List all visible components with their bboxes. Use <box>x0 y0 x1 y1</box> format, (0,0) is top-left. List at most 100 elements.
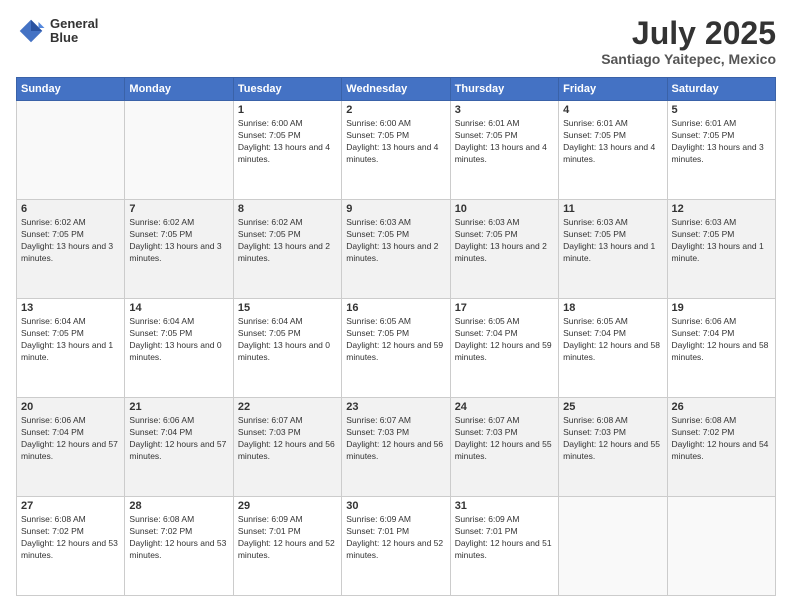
location-title: Santiago Yaitepec, Mexico <box>601 51 776 67</box>
header: General Blue July 2025 Santiago Yaitepec… <box>16 16 776 67</box>
day-header-wednesday: Wednesday <box>342 78 450 101</box>
calendar-cell: 12 Sunrise: 6:03 AM Sunset: 7:05 PM Dayli… <box>667 200 775 299</box>
calendar-cell <box>667 497 775 596</box>
day-number: 19 <box>672 302 771 314</box>
day-number: 27 <box>21 500 120 512</box>
cell-details: Sunrise: 6:00 AM Sunset: 7:05 PM Dayligh… <box>238 118 337 166</box>
calendar-cell: 11 Sunrise: 6:03 AM Sunset: 7:05 PM Dayli… <box>559 200 667 299</box>
logo-line2: Blue <box>50 31 98 45</box>
calendar-cell: 19Sunrise: 6:06 AM Sunset: 7:04 PM Dayli… <box>667 299 775 398</box>
cell-details: Sunrise: 6:08 AM Sunset: 7:03 PM Dayligh… <box>563 415 662 463</box>
cell-details: Sunrise: 6:06 AM Sunset: 7:04 PM Dayligh… <box>21 415 120 463</box>
calendar-week-row: 20 Sunrise: 6:06 AM Sunset: 7:04 PM Dayli… <box>17 398 776 497</box>
calendar-cell: 21 Sunrise: 6:06 AM Sunset: 7:04 PM Dayli… <box>125 398 233 497</box>
cell-details: Sunrise: 6:01 AM Sunset: 7:05 PM Dayligh… <box>563 118 662 166</box>
day-number: 26 <box>672 401 771 413</box>
cell-details: Sunrise: 6:00 AM Sunset: 7:05 PM Dayligh… <box>346 118 445 166</box>
calendar-cell: 16Sunrise: 6:05 AM Sunset: 7:05 PM Dayli… <box>342 299 450 398</box>
cell-details: Sunrise: 6:07 AM Sunset: 7:03 PM Dayligh… <box>346 415 445 463</box>
day-number: 21 <box>129 401 228 413</box>
day-number: 29 <box>238 500 337 512</box>
calendar-cell: 7 Sunrise: 6:02 AM Sunset: 7:05 PM Daylig… <box>125 200 233 299</box>
cell-details: Sunrise: 6:03 AM Sunset: 7:05 PM Dayligh… <box>563 217 662 265</box>
calendar-table: SundayMondayTuesdayWednesdayThursdayFrid… <box>16 77 776 596</box>
calendar-cell: 3 Sunrise: 6:01 AM Sunset: 7:05 PM Daylig… <box>450 101 558 200</box>
calendar-cell: 27 Sunrise: 6:08 AM Sunset: 7:02 PM Dayli… <box>17 497 125 596</box>
day-number: 1 <box>238 104 337 116</box>
day-number: 31 <box>455 500 554 512</box>
day-number: 10 <box>455 203 554 215</box>
day-number: 8 <box>238 203 337 215</box>
calendar-cell <box>559 497 667 596</box>
calendar-cell: 26 Sunrise: 6:08 AM Sunset: 7:02 PM Dayli… <box>667 398 775 497</box>
calendar-cell: 14Sunrise: 6:04 AM Sunset: 7:05 PM Dayli… <box>125 299 233 398</box>
day-number: 14 <box>129 302 228 314</box>
calendar-cell: 20 Sunrise: 6:06 AM Sunset: 7:04 PM Dayli… <box>17 398 125 497</box>
day-number: 6 <box>21 203 120 215</box>
day-number: 13 <box>21 302 120 314</box>
logo-icon <box>16 16 46 46</box>
calendar-cell <box>17 101 125 200</box>
calendar-cell: 9Sunrise: 6:03 AM Sunset: 7:05 PM Daylig… <box>342 200 450 299</box>
cell-details: Sunrise: 6:04 AM Sunset: 7:05 PM Dayligh… <box>238 316 337 364</box>
day-number: 28 <box>129 500 228 512</box>
day-header-sunday: Sunday <box>17 78 125 101</box>
cell-details: Sunrise: 6:03 AM Sunset: 7:05 PM Dayligh… <box>672 217 771 265</box>
calendar-cell: 15Sunrise: 6:04 AM Sunset: 7:05 PM Dayli… <box>233 299 341 398</box>
cell-details: Sunrise: 6:07 AM Sunset: 7:03 PM Dayligh… <box>238 415 337 463</box>
calendar-cell: 17Sunrise: 6:05 AM Sunset: 7:04 PM Dayli… <box>450 299 558 398</box>
cell-details: Sunrise: 6:02 AM Sunset: 7:05 PM Dayligh… <box>129 217 228 265</box>
day-number: 12 <box>672 203 771 215</box>
calendar-cell: 8Sunrise: 6:02 AM Sunset: 7:05 PM Daylig… <box>233 200 341 299</box>
calendar-cell: 4 Sunrise: 6:01 AM Sunset: 7:05 PM Daylig… <box>559 101 667 200</box>
cell-details: Sunrise: 6:01 AM Sunset: 7:05 PM Dayligh… <box>455 118 554 166</box>
day-header-monday: Monday <box>125 78 233 101</box>
cell-details: Sunrise: 6:09 AM Sunset: 7:01 PM Dayligh… <box>455 514 554 562</box>
day-number: 4 <box>563 104 662 116</box>
day-number: 25 <box>563 401 662 413</box>
cell-details: Sunrise: 6:05 AM Sunset: 7:04 PM Dayligh… <box>563 316 662 364</box>
month-title: July 2025 <box>601 16 776 51</box>
calendar-week-row: 6 Sunrise: 6:02 AM Sunset: 7:05 PM Daylig… <box>17 200 776 299</box>
day-number: 24 <box>455 401 554 413</box>
day-number: 3 <box>455 104 554 116</box>
cell-details: Sunrise: 6:09 AM Sunset: 7:01 PM Dayligh… <box>238 514 337 562</box>
cell-details: Sunrise: 6:08 AM Sunset: 7:02 PM Dayligh… <box>672 415 771 463</box>
calendar-cell: 31 Sunrise: 6:09 AM Sunset: 7:01 PM Dayli… <box>450 497 558 596</box>
calendar-header-row: SundayMondayTuesdayWednesdayThursdayFrid… <box>17 78 776 101</box>
calendar-cell: 1 Sunrise: 6:00 AM Sunset: 7:05 PM Daylig… <box>233 101 341 200</box>
calendar-cell: 13 Sunrise: 6:04 AM Sunset: 7:05 PM Dayli… <box>17 299 125 398</box>
day-header-friday: Friday <box>559 78 667 101</box>
cell-details: Sunrise: 6:08 AM Sunset: 7:02 PM Dayligh… <box>21 514 120 562</box>
cell-details: Sunrise: 6:06 AM Sunset: 7:04 PM Dayligh… <box>129 415 228 463</box>
calendar-week-row: 27 Sunrise: 6:08 AM Sunset: 7:02 PM Dayli… <box>17 497 776 596</box>
day-number: 20 <box>21 401 120 413</box>
calendar-cell: 24Sunrise: 6:07 AM Sunset: 7:03 PM Dayli… <box>450 398 558 497</box>
cell-details: Sunrise: 6:03 AM Sunset: 7:05 PM Dayligh… <box>455 217 554 265</box>
calendar-cell: 6Sunrise: 6:02 AM Sunset: 7:05 PM Daylig… <box>17 200 125 299</box>
calendar-week-row: 13 Sunrise: 6:04 AM Sunset: 7:05 PM Dayli… <box>17 299 776 398</box>
day-number: 11 <box>563 203 662 215</box>
logo: General Blue <box>16 16 98 46</box>
page: General Blue July 2025 Santiago Yaitepec… <box>0 0 792 612</box>
cell-details: Sunrise: 6:05 AM Sunset: 7:04 PM Dayligh… <box>455 316 554 364</box>
day-number: 2 <box>346 104 445 116</box>
calendar-cell: 22Sunrise: 6:07 AM Sunset: 7:03 PM Dayli… <box>233 398 341 497</box>
day-number: 18 <box>563 302 662 314</box>
calendar-cell: 25 Sunrise: 6:08 AM Sunset: 7:03 PM Dayli… <box>559 398 667 497</box>
calendar-cell: 5Sunrise: 6:01 AM Sunset: 7:05 PM Daylig… <box>667 101 775 200</box>
day-number: 7 <box>129 203 228 215</box>
cell-details: Sunrise: 6:08 AM Sunset: 7:02 PM Dayligh… <box>129 514 228 562</box>
calendar-cell: 29 Sunrise: 6:09 AM Sunset: 7:01 PM Dayli… <box>233 497 341 596</box>
day-number: 9 <box>346 203 445 215</box>
calendar-cell: 23Sunrise: 6:07 AM Sunset: 7:03 PM Dayli… <box>342 398 450 497</box>
day-header-tuesday: Tuesday <box>233 78 341 101</box>
calendar-cell: 18 Sunrise: 6:05 AM Sunset: 7:04 PM Dayli… <box>559 299 667 398</box>
calendar-cell: 2 Sunrise: 6:00 AM Sunset: 7:05 PM Daylig… <box>342 101 450 200</box>
calendar-cell <box>125 101 233 200</box>
calendar-cell: 28 Sunrise: 6:08 AM Sunset: 7:02 PM Dayli… <box>125 497 233 596</box>
cell-details: Sunrise: 6:09 AM Sunset: 7:01 PM Dayligh… <box>346 514 445 562</box>
day-header-thursday: Thursday <box>450 78 558 101</box>
day-number: 5 <box>672 104 771 116</box>
cell-details: Sunrise: 6:04 AM Sunset: 7:05 PM Dayligh… <box>21 316 120 364</box>
